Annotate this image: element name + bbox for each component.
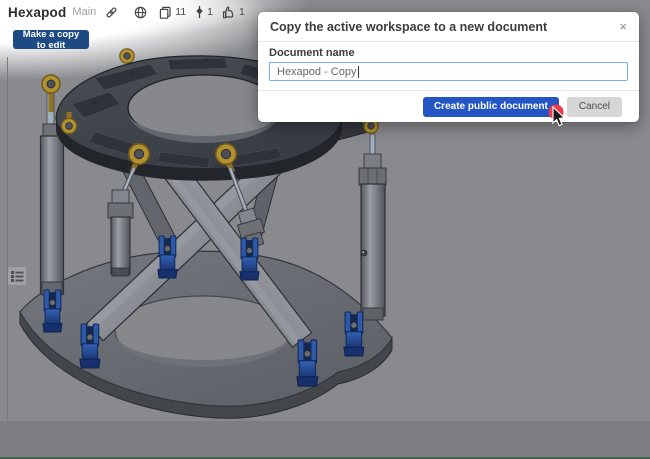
fork-icon bbox=[196, 6, 203, 18]
public-globe-icon bbox=[134, 6, 147, 19]
workspace-label: Main bbox=[72, 6, 97, 18]
bottom-toolbar-dimmed bbox=[0, 421, 650, 459]
forks-stat: 1 bbox=[195, 5, 213, 19]
forks-count: 1 bbox=[207, 6, 214, 18]
document-title: Hexapod bbox=[8, 4, 67, 20]
dialog-footer: Create public document Cancel bbox=[258, 90, 639, 122]
thumbs-up-icon bbox=[222, 6, 234, 18]
create-public-document-button[interactable]: Create public document bbox=[422, 96, 559, 117]
copies-count: 11 bbox=[175, 6, 187, 18]
clamp-right bbox=[343, 311, 365, 357]
feature-list-icon[interactable] bbox=[8, 267, 26, 285]
likes-count: 1 bbox=[239, 6, 245, 18]
onshape-public-document-page: { "header": { "title": "Hexapod", "works… bbox=[0, 0, 650, 459]
document-name-input[interactable]: Hexapod - Copy bbox=[269, 62, 628, 81]
right-actuator bbox=[358, 133, 387, 321]
copies-stat: 11 bbox=[159, 6, 186, 19]
likes-stat: 1 bbox=[222, 6, 245, 19]
clamp-mid-right bbox=[239, 237, 260, 281]
document-name-label: Document name bbox=[269, 47, 355, 59]
clamp-front-right bbox=[296, 339, 319, 387]
dialog-title: Copy the active workspace to a new docum… bbox=[270, 19, 548, 34]
clamp-left bbox=[42, 289, 63, 333]
document-name-value: Hexapod - Copy bbox=[277, 65, 357, 78]
clamp-mid-left bbox=[157, 235, 178, 279]
dialog-header: Copy the active workspace to a new docum… bbox=[258, 12, 639, 42]
clamp-front-left bbox=[79, 323, 101, 369]
text-caret bbox=[357, 65, 359, 78]
make-copy-button[interactable]: Make a copy to edit bbox=[13, 29, 89, 51]
dialog-body: Document name Hexapod - Copy bbox=[258, 42, 639, 81]
close-icon[interactable]: × bbox=[617, 18, 629, 35]
document-header: Hexapod Main 11 1 1 bbox=[8, 3, 245, 21]
link-icon[interactable] bbox=[105, 6, 118, 19]
copy-workspace-dialog: Copy the active workspace to a new docum… bbox=[258, 12, 639, 122]
cancel-button[interactable]: Cancel bbox=[566, 96, 622, 117]
copies-icon bbox=[160, 6, 171, 19]
